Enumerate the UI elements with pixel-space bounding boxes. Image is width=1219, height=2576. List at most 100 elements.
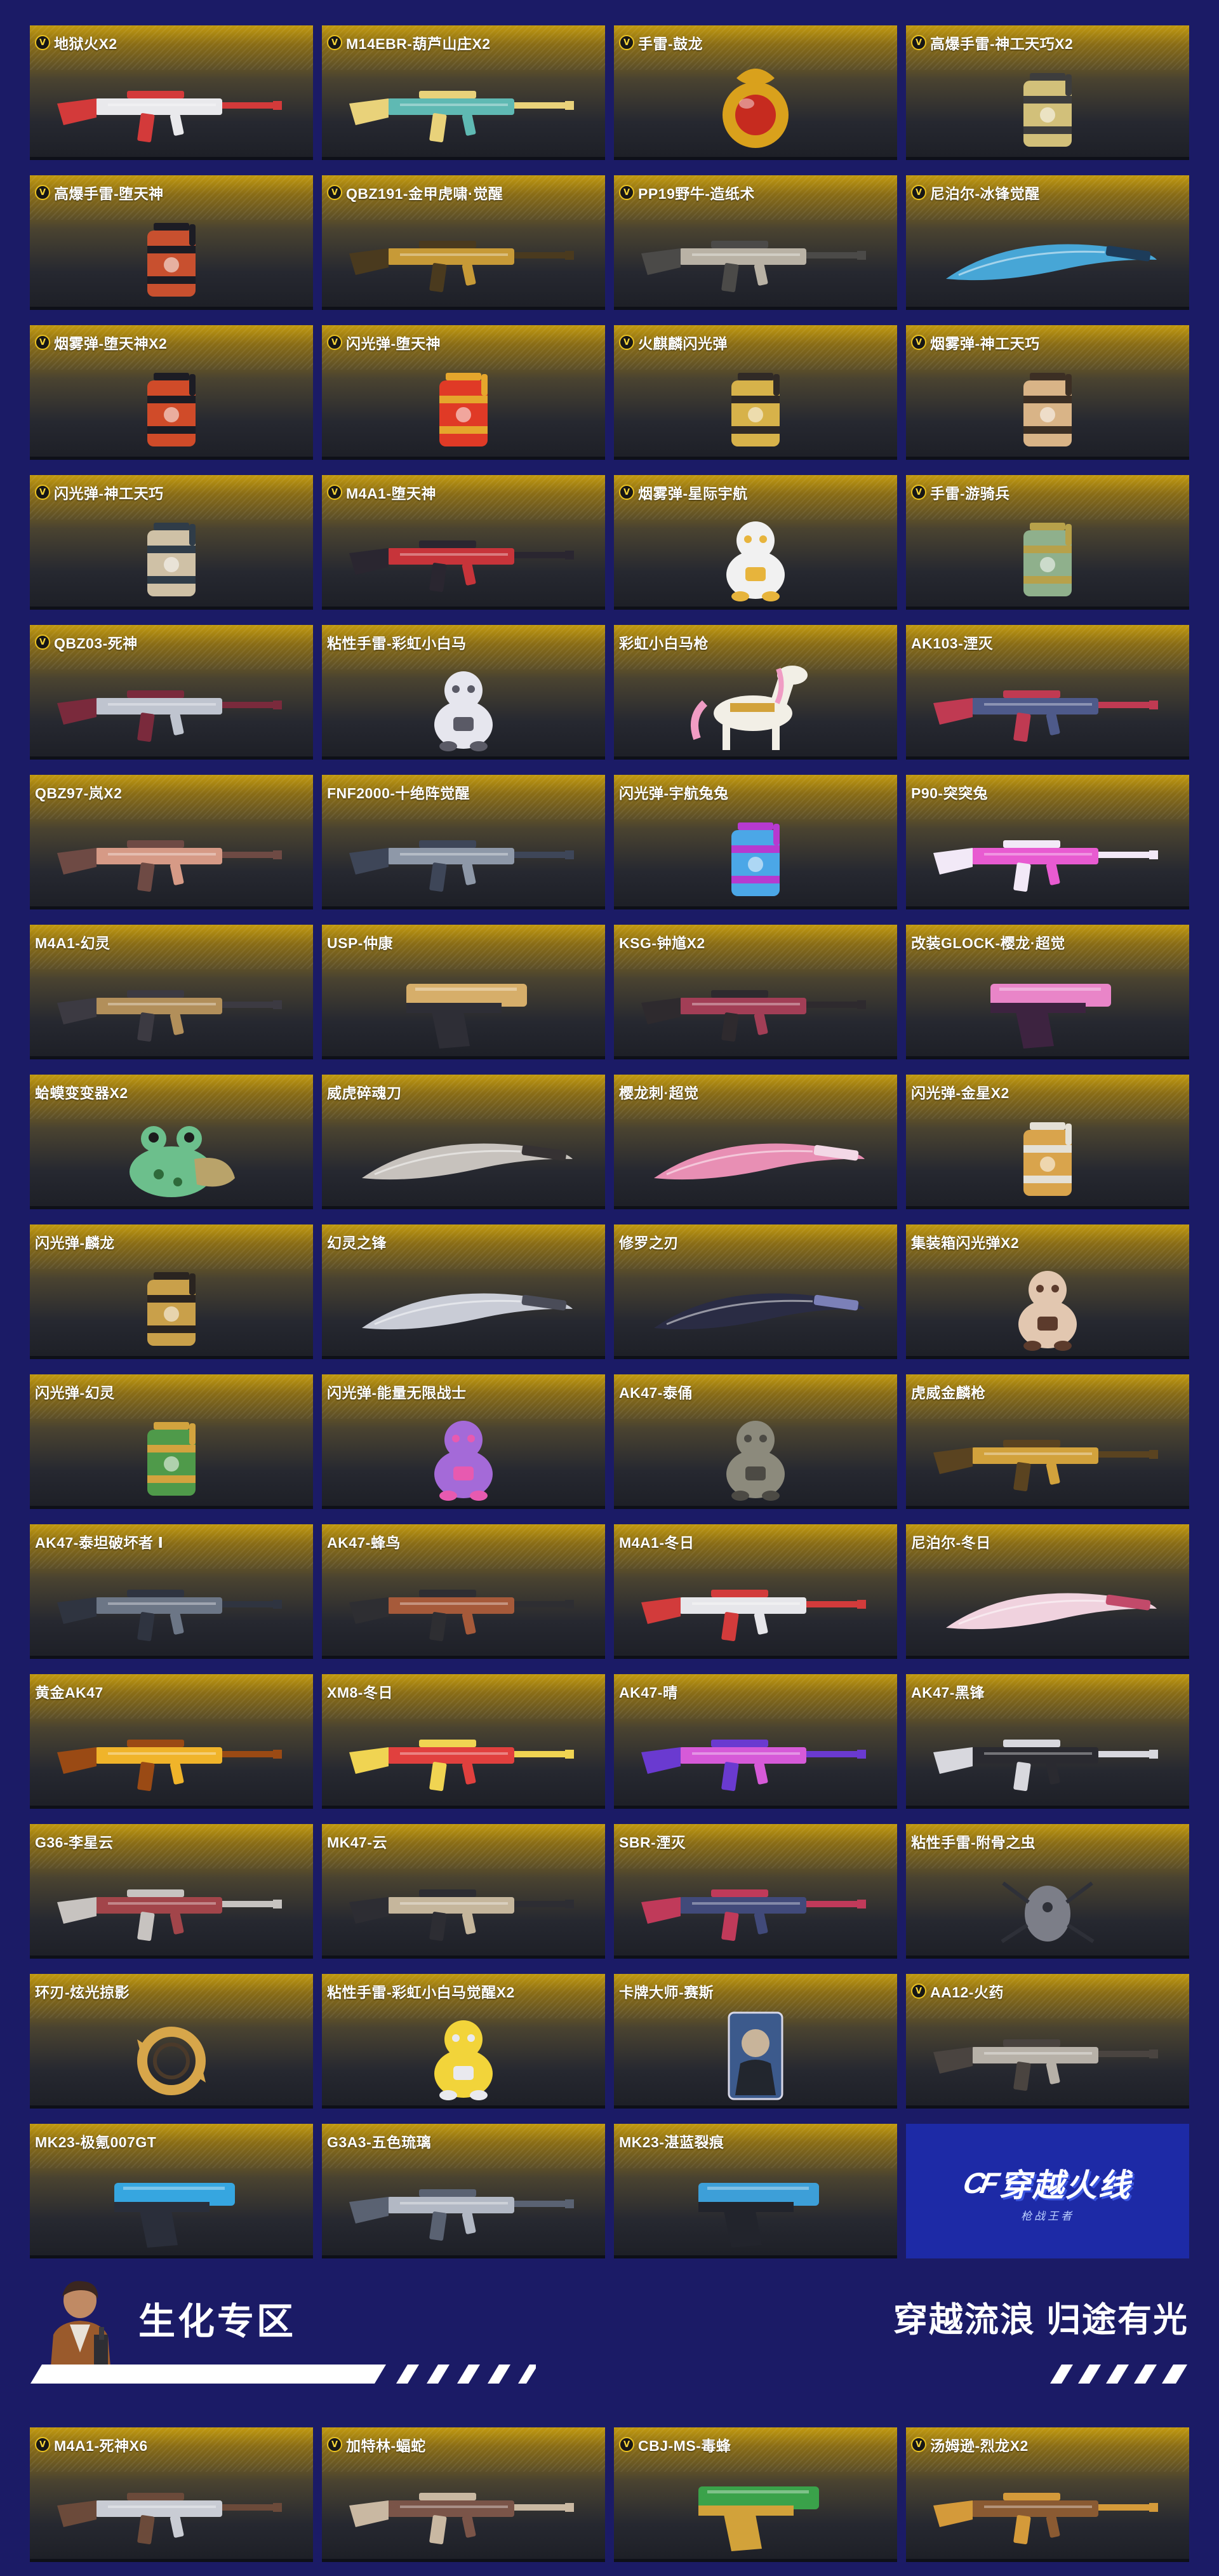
card-title: 威虎碎魂刀 [327,1081,402,1103]
item-name: 幻灵之锋 [327,1235,387,1251]
item-art [30,658,313,755]
item-name: 高爆手雷-堕天神 [54,185,164,202]
item-art [906,958,1189,1054]
item-card[interactable]: 粘性手雷-彩虹小白马 [322,625,605,760]
item-card[interactable]: G36-李星云 [30,1824,313,1959]
card-title: XM8-冬日 [327,1680,393,1702]
item-card[interactable]: 彩虹小白马枪 [614,625,897,760]
item-card[interactable]: MK23-极氪007GT [30,2124,313,2258]
item-name: 蛤蟆变变器X2 [35,1085,128,1101]
item-name: M4A1-幻灵 [35,935,110,951]
item-card[interactable]: 幻灵之锋 [322,1224,605,1359]
item-card[interactable]: V AA12-火药 [906,1974,1189,2109]
item-card[interactable]: 粘性手雷-附骨之虫 [906,1824,1189,1959]
item-card[interactable]: V 烟雾弹-神工天巧 [906,325,1189,460]
item-card[interactable]: KSG-钟馗X2 [614,925,897,1059]
item-card[interactable]: V M14EBR-葫芦山庄X2 [322,25,605,160]
item-card[interactable]: V 加特林-蝠蛇 [322,2427,605,2562]
item-card[interactable]: V 火麒麟闪光弹 [614,325,897,460]
item-art [322,358,605,455]
item-card[interactable]: XM8-冬日 [322,1674,605,1809]
item-card[interactable]: 卡牌大师-赛斯 [614,1974,897,2109]
item-card[interactable]: V 汤姆逊-烈龙X2 [906,2427,1189,2562]
item-card[interactable]: 改装GLOCK-樱龙·超觉 [906,925,1189,1059]
canister-art-icon [147,1422,196,1496]
item-card[interactable]: M4A1-冬日 [614,1524,897,1659]
item-name: 烟雾弹-神工天巧 [930,335,1040,352]
item-card[interactable]: 闪光弹-幻灵 [30,1374,313,1509]
item-card[interactable]: 樱龙刺·超觉 [614,1075,897,1209]
item-card[interactable]: 虎威金麟枪 [906,1374,1189,1509]
item-card[interactable]: AK103-湮灭 [906,625,1189,760]
item-card[interactable]: AK47-泰坦破坏者 Ⅰ [30,1524,313,1659]
rifle-art-icon [349,1889,574,1941]
item-card[interactable]: AK47-黑锋 [906,1674,1189,1809]
item-card[interactable]: V 闪光弹-堕天神 [322,325,605,460]
rifle-art-icon [57,1740,282,1791]
item-card[interactable]: SBR-湮灭 [614,1824,897,1959]
card-title: MK23-湛蓝裂痕 [619,2130,724,2152]
item-card[interactable]: V CBJ-MS-毒蜂 [614,2427,897,2562]
item-card[interactable]: AK47-蜂鸟 [322,1524,605,1659]
item-card[interactable]: V 烟雾弹-堕天神X2 [30,325,313,460]
item-card[interactable]: V 烟雾弹-星际宇航 [614,475,897,610]
item-name: 闪光弹-宇航兔兔 [619,785,729,802]
item-card[interactable]: 尼泊尔-冬日 [906,1524,1189,1659]
item-card[interactable]: V 尼泊尔-冰锋觉醒 [906,175,1189,310]
item-card[interactable]: V PP19野牛-造纸术 [614,175,897,310]
card-title: 闪光弹-麟龙 [35,1231,115,1252]
card-title: M4A1-幻灵 [35,931,110,953]
item-name: QBZ97-岚X2 [35,785,123,802]
item-name: 火麒麟闪光弹 [638,335,728,352]
item-card[interactable]: V M4A1-堕天神 [322,475,605,610]
item-card[interactable]: 修罗之刃 [614,1224,897,1359]
item-name: M4A1-冬日 [619,1534,695,1551]
canister-art-icon [439,373,488,446]
item-card[interactable]: V QBZ191-金甲虎啸·觉醒 [322,175,605,310]
item-card[interactable]: 闪光弹-宇航兔兔 [614,775,897,909]
vip-badge-icon: V [35,2437,50,2452]
card-title: V 烟雾弹-星际宇航 [619,481,748,503]
item-card[interactable]: MK47-云 [322,1824,605,1959]
item-card[interactable]: 环刃-炫光掠影 [30,1974,313,2109]
logo-subtitle: 枪战王者 [1021,2210,1074,2222]
item-card[interactable]: G3A3-五色琉璃 [322,2124,605,2258]
game-logo-card[interactable]: CF 穿越火线 枪战王者 [906,2124,1189,2258]
item-card[interactable]: M4A1-幻灵 [30,925,313,1059]
item-card[interactable]: 集装箱闪光弹X2 [906,1224,1189,1359]
item-card[interactable]: V QBZ03-死神 [30,625,313,760]
item-card[interactable]: 闪光弹-麟龙 [30,1224,313,1359]
item-card[interactable]: V 高爆手雷-堕天神 [30,175,313,310]
item-card[interactable]: P90-突突兔 [906,775,1189,909]
item-art [322,2460,605,2557]
item-card[interactable]: V 手雷-鼓龙 [614,25,897,160]
vip-badge-icon: V [35,485,50,500]
item-name: M4A1-死神X6 [54,2438,148,2454]
item-card[interactable]: V 闪光弹-神工天巧 [30,475,313,610]
card-title: V 闪光弹-堕天神 [327,332,441,353]
item-card[interactable]: 黄金AK47 [30,1674,313,1809]
item-name: QBZ191-金甲虎啸·觉醒 [346,185,503,202]
item-card[interactable]: USP-仲康 [322,925,605,1059]
item-card[interactable]: 闪光弹-能量无限战士 [322,1374,605,1509]
blade-art-icon [946,1593,1157,1630]
item-card[interactable]: 威虎碎魂刀 [322,1075,605,1209]
item-art [614,1407,897,1504]
item-card[interactable]: AK47-泰俑 [614,1374,897,1509]
item-card[interactable]: V 手雷-游骑兵 [906,475,1189,610]
item-card[interactable]: V 高爆手雷-神工天巧X2 [906,25,1189,160]
item-card[interactable]: V M4A1-死神X6 [30,2427,313,2562]
item-card[interactable]: 蛤蟆变变器X2 [30,1075,313,1209]
item-art [30,1108,313,1204]
banner-stripe-left [30,2365,536,2384]
item-art [906,1557,1189,1654]
item-card[interactable]: FNF2000-十绝阵觉醒 [322,775,605,909]
item-card[interactable]: V 地狱火X2 [30,25,313,160]
item-card[interactable]: AK47-晴 [614,1674,897,1809]
item-art [906,808,1189,904]
item-card[interactable]: 粘性手雷-彩虹小白马觉醒X2 [322,1974,605,2109]
item-card[interactable]: MK23-湛蓝裂痕 [614,2124,897,2258]
item-grid: V 地狱火X2 V M14EBR-葫芦山庄X2 V 手雷-鼓龙 V 高爆手雷-神工天巧X… [30,25,1189,2258]
item-card[interactable]: QBZ97-岚X2 [30,775,313,909]
item-card[interactable]: 闪光弹-金星X2 [906,1075,1189,1209]
